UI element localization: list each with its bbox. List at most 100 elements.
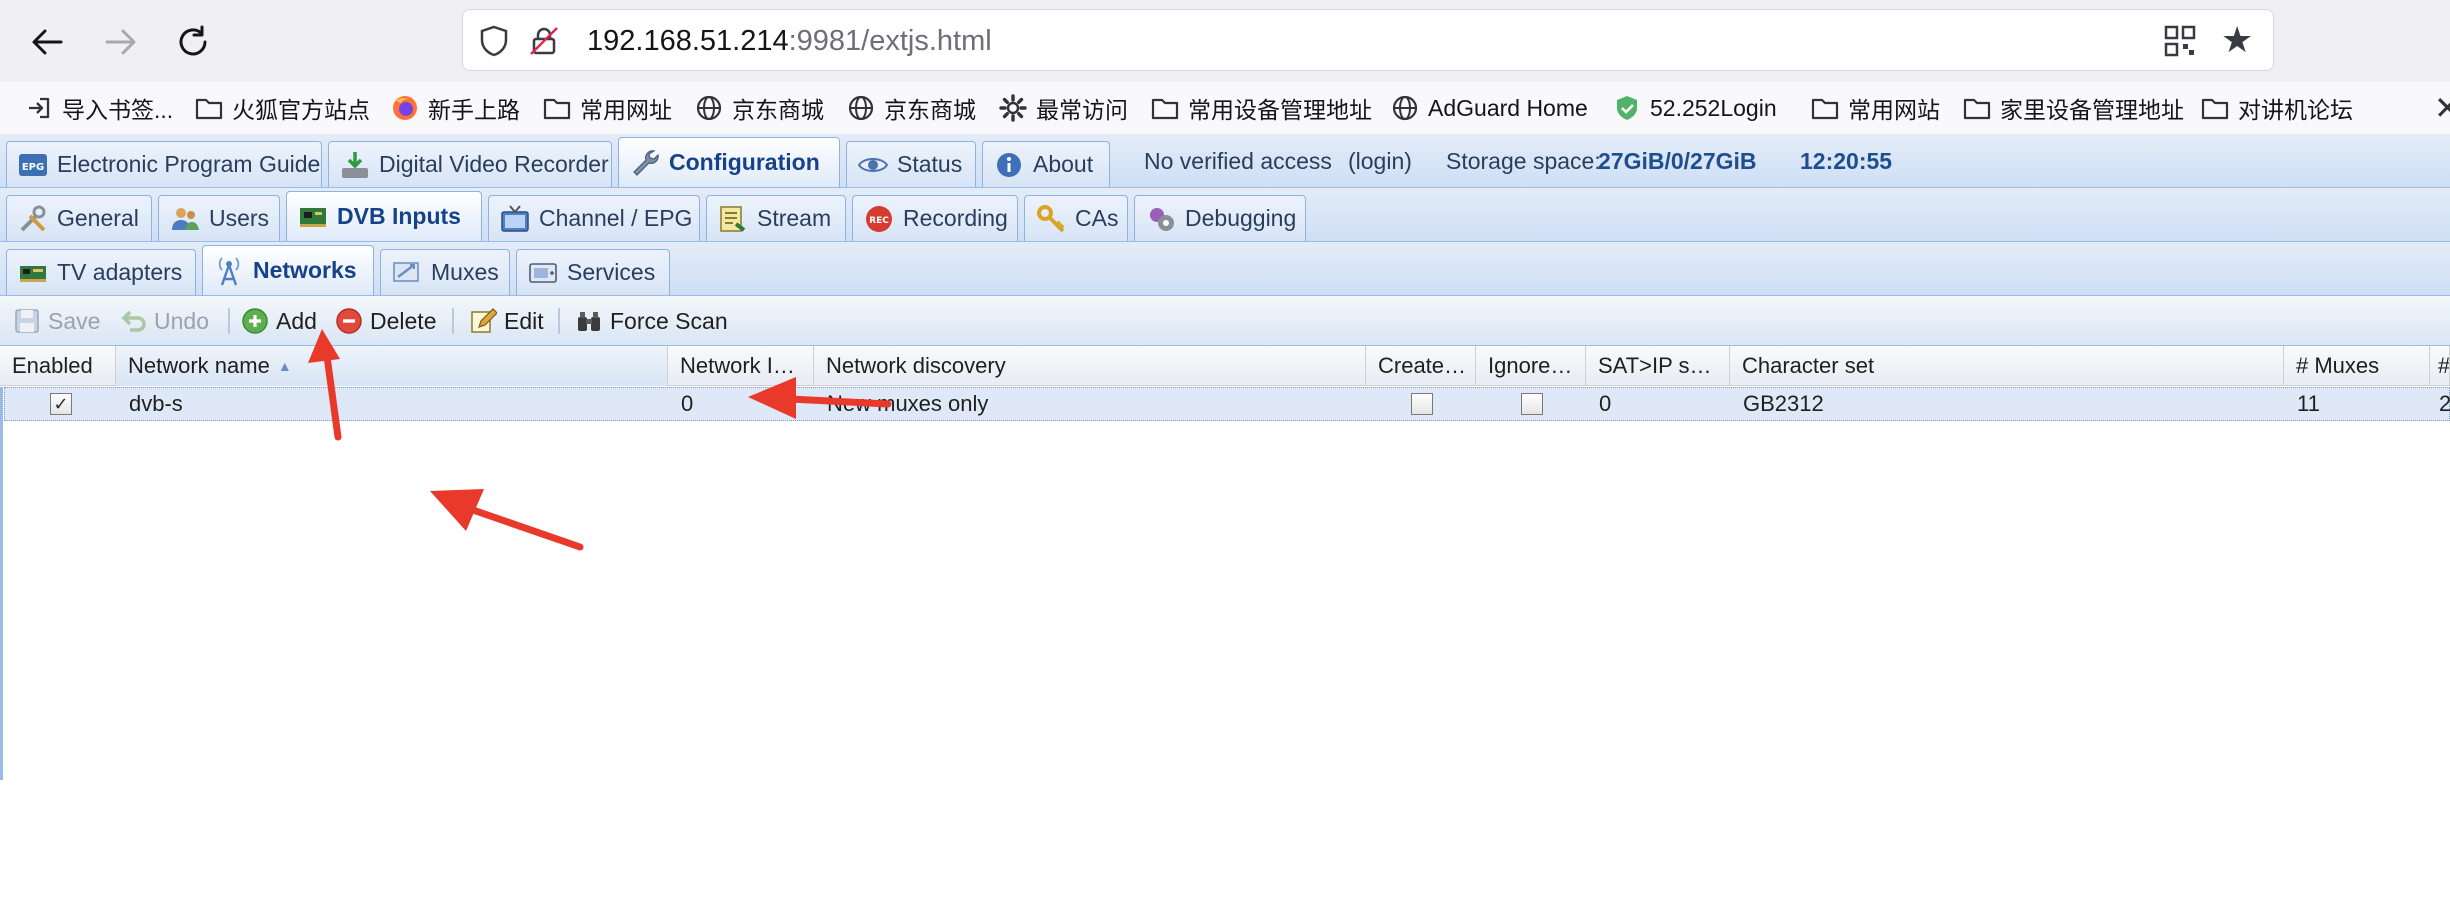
url-bar[interactable]: 192.168.51.214:9981/extjs.html ★ — [462, 9, 2274, 71]
column-network-name[interactable]: Network name ▲ — [116, 346, 668, 386]
tab-recording[interactable]: REC Recording — [852, 195, 1018, 241]
bookmark-label: 火狐官方站点 — [232, 97, 370, 123]
cell-ignore[interactable] — [1477, 388, 1587, 420]
dvb-inputs-tabbar: TV adapters Networks Muxes Services — [0, 242, 2450, 296]
add-label: Add — [276, 307, 317, 334]
svg-text:EPG: EPG — [22, 162, 44, 173]
clock-text: 12:20:55 — [1800, 148, 1893, 174]
bookmark-jd-2[interactable]: 京东商城 — [846, 90, 976, 126]
add-button[interactable]: Add — [240, 304, 317, 338]
tab-networks[interactable]: Networks — [202, 245, 374, 295]
column-character-set[interactable]: Character set — [1730, 346, 2284, 386]
tab-label: Channel / EPG — [539, 205, 693, 231]
folder-icon — [1962, 93, 1992, 123]
tab-cas[interactable]: CAs — [1024, 195, 1128, 241]
firefox-icon — [390, 93, 420, 123]
forward-button[interactable] — [96, 17, 146, 67]
bookmark-adguard[interactable]: AdGuard Home — [1390, 90, 1588, 126]
ignore-checkbox[interactable] — [1521, 393, 1543, 415]
wrench-icon — [629, 147, 661, 179]
bookmark-radio-forum[interactable]: 对讲机论坛 — [2200, 90, 2353, 126]
debug-icon — [1145, 203, 1177, 235]
url-text[interactable]: 192.168.51.214:9981/extjs.html — [587, 24, 992, 58]
tab-stream[interactable]: Stream — [706, 195, 846, 241]
storage-value: 27GiB/0/27GiB — [1598, 148, 1757, 175]
card-icon — [297, 201, 329, 233]
bookmark-home-devices[interactable]: 家里设备管理地址 — [1962, 90, 2184, 126]
bookmark-device-mgmt[interactable]: 常用设备管理地址 — [1150, 90, 1372, 126]
edit-button[interactable]: Edit — [468, 304, 544, 338]
tab-tv-adapters[interactable]: TV adapters — [6, 249, 196, 295]
tab-muxes[interactable]: Muxes — [380, 249, 510, 295]
create-checkbox[interactable] — [1411, 393, 1433, 415]
column-enabled[interactable]: Enabled — [0, 346, 116, 386]
column-satip-source[interactable]: SAT>IP s… — [1586, 346, 1730, 386]
insecure-lock-icon[interactable] — [527, 24, 561, 58]
bookmark-firefox-site[interactable]: 火狐官方站点 — [194, 90, 370, 126]
column-label: SAT>IP s… — [1598, 353, 1712, 378]
bookmark-jd-1[interactable]: 京东商城 — [694, 90, 824, 126]
enabled-checkbox[interactable]: ✓ — [50, 393, 72, 415]
key-icon — [1035, 203, 1067, 235]
browser-chrome: 192.168.51.214:9981/extjs.html ★ 导入书签...… — [0, 0, 2450, 134]
back-arrow-icon — [32, 29, 63, 55]
bookmark-star-icon[interactable]: ★ — [2221, 22, 2253, 58]
column-network-discovery[interactable]: Network discovery — [814, 346, 1366, 386]
column-overflow[interactable]: # — [2430, 346, 2450, 386]
tab-about[interactable]: About — [982, 141, 1110, 187]
bookmarks-overflow-icon[interactable]: ✕ — [2434, 90, 2450, 126]
cell-enabled[interactable]: ✓ — [5, 388, 117, 420]
bookmark-getting-started[interactable]: 新手上路 — [390, 90, 520, 126]
browser-nav-row: 192.168.51.214:9981/extjs.html ★ — [0, 0, 2450, 82]
bookmark-common-urls[interactable]: 常用网址 — [542, 90, 672, 126]
bookmark-most-visited[interactable]: 最常访问 — [998, 90, 1128, 126]
tab-epg[interactable]: EPG Electronic Program Guide — [6, 141, 322, 187]
cell-muxes: 11 — [2297, 391, 2320, 416]
tab-configuration[interactable]: Configuration — [618, 137, 840, 187]
save-button[interactable]: Save — [12, 304, 100, 338]
login-link[interactable]: (login) — [1348, 148, 1412, 175]
column-create[interactable]: Create… — [1366, 346, 1476, 386]
qr-code-icon[interactable] — [2163, 24, 2197, 58]
bookmark-label: 常用网址 — [580, 97, 672, 123]
back-button[interactable] — [22, 17, 72, 67]
tab-users[interactable]: Users — [158, 195, 280, 241]
svg-text:REC: REC — [869, 216, 889, 226]
bookmark-label: AdGuard Home — [1428, 94, 1588, 121]
bookmark-label: 导入书签... — [62, 97, 174, 123]
edit-icon — [468, 306, 498, 336]
tab-general[interactable]: General — [6, 195, 152, 241]
tab-services[interactable]: Services — [516, 249, 670, 295]
tab-label: Status — [897, 151, 963, 177]
tab-dvr[interactable]: Digital Video Recorder — [328, 141, 612, 187]
tab-debugging[interactable]: Debugging — [1134, 195, 1306, 241]
tab-dvb-inputs[interactable]: DVB Inputs — [286, 191, 482, 241]
tab-label: Users — [209, 205, 270, 231]
reload-button[interactable] — [168, 17, 218, 67]
cell-overflow: 2 — [2439, 391, 2450, 416]
column-muxes[interactable]: # Muxes — [2284, 346, 2430, 386]
undo-button[interactable]: Undo — [118, 304, 209, 338]
cell-create[interactable] — [1367, 388, 1477, 420]
column-ignore[interactable]: Ignore… — [1476, 346, 1586, 386]
table-row[interactable]: ✓ dvb-s 0 New muxes only 0 GB2312 11 2 — [4, 387, 2450, 421]
delete-button[interactable]: Delete — [334, 304, 436, 338]
tab-status[interactable]: Status — [846, 141, 976, 187]
bookmark-import[interactable]: 导入书签... — [24, 90, 173, 126]
force-scan-button[interactable]: Force Scan — [574, 304, 728, 338]
column-label: Ignore… — [1488, 353, 1573, 378]
folder-icon — [542, 93, 572, 123]
column-network-id[interactable]: Network I… — [668, 346, 814, 386]
storage-value-text: 27GiB/0/27GiB — [1598, 148, 1757, 174]
toolbar-separator — [228, 308, 230, 334]
tools-icon — [17, 203, 49, 235]
binoculars-icon — [574, 306, 604, 336]
rec-icon: REC — [863, 203, 895, 235]
bookmark-common-sites[interactable]: 常用网站 — [1810, 90, 1940, 126]
tab-channel-epg[interactable]: Channel / EPG — [488, 195, 700, 241]
tracking-shield-icon[interactable] — [477, 24, 511, 58]
bookmark-label: 京东商城 — [732, 97, 824, 123]
cell-network-discovery: New muxes only — [827, 391, 989, 416]
bookmark-52login[interactable]: 52.252Login — [1612, 90, 1777, 126]
tab-label: Electronic Program Guide — [57, 151, 321, 177]
